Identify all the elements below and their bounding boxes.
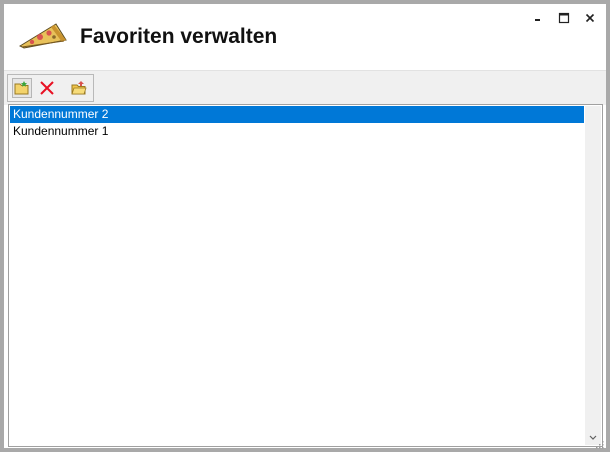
maximize-button[interactable] xyxy=(554,10,574,26)
title-bar[interactable]: Favoriten verwalten xyxy=(4,4,606,70)
favorites-list[interactable]: Kundennummer 2 Kundennummer 1 xyxy=(10,106,584,445)
delete-button[interactable] xyxy=(37,78,57,98)
maximize-icon xyxy=(558,12,570,24)
new-favorite-button[interactable] xyxy=(12,78,32,98)
toolbar xyxy=(4,70,606,105)
folder-new-icon xyxy=(14,81,29,95)
delete-x-icon xyxy=(40,81,54,95)
folder-open-icon xyxy=(71,81,87,95)
toolbar-group xyxy=(7,74,94,102)
pizza-icon xyxy=(16,20,68,50)
vertical-scrollbar[interactable] xyxy=(585,106,601,445)
list-item[interactable]: Kundennummer 1 xyxy=(10,123,584,140)
close-button[interactable] xyxy=(580,10,600,26)
list-item[interactable]: Kundennummer 2 xyxy=(10,106,584,123)
close-icon xyxy=(585,13,595,23)
open-folder-button[interactable] xyxy=(69,78,89,98)
window-title: Favoriten verwalten xyxy=(80,25,278,48)
resize-grip-icon[interactable] xyxy=(594,436,604,449)
favorites-window: Favoriten verwalten Kundennummer 2 Kunde… xyxy=(0,0,610,452)
minimize-icon xyxy=(535,19,540,21)
favorites-list-panel: Kundennummer 2 Kundennummer 1 xyxy=(8,104,603,447)
minimize-button[interactable] xyxy=(528,10,548,26)
